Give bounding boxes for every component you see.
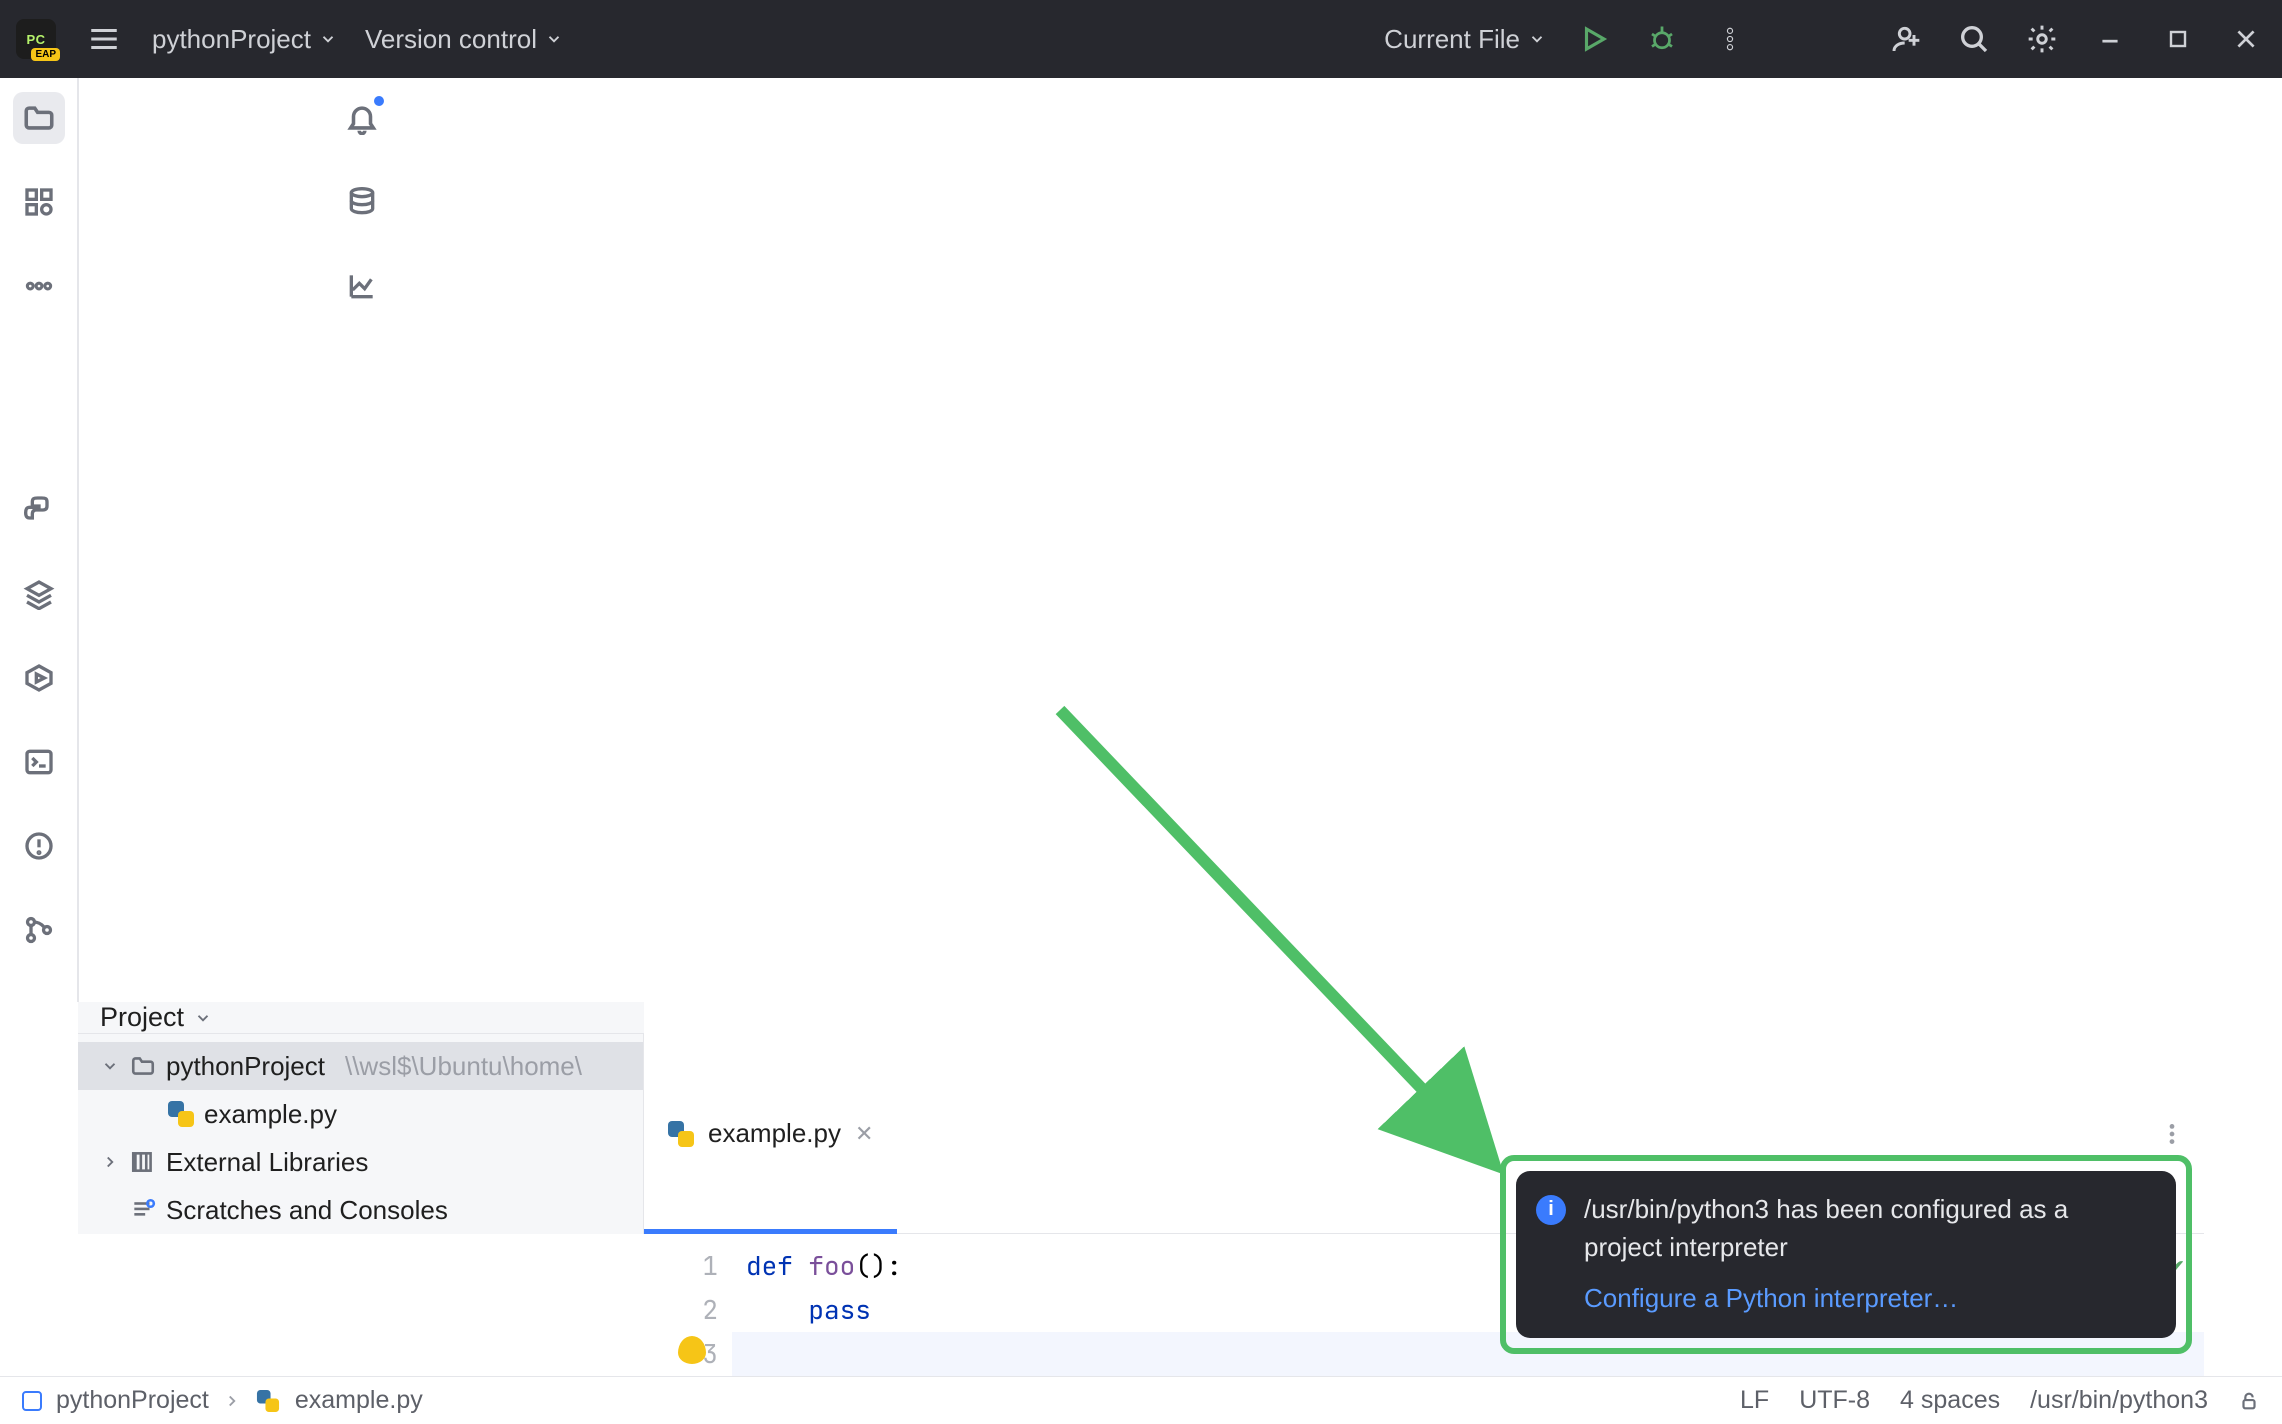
debug-button[interactable] <box>1642 19 1682 59</box>
structure-tool-button[interactable] <box>13 176 65 228</box>
vcs-selector[interactable]: Version control <box>365 24 563 55</box>
more-actions-button[interactable] <box>1710 19 1750 59</box>
status-indent[interactable]: 4 spaces <box>1900 1386 2000 1415</box>
module-icon <box>22 1391 42 1411</box>
info-icon: i <box>1536 1195 1566 1225</box>
git-tool-button[interactable] <box>13 904 65 956</box>
python-file-icon <box>168 1101 194 1127</box>
folder-icon <box>130 1053 156 1079</box>
app-logo-eap-badge: EAP <box>31 48 60 61</box>
tree-root-node[interactable]: pythonProject \\wsl$\Ubuntu\home\ <box>78 1042 643 1090</box>
tree-root-label: pythonProject <box>166 1051 325 1082</box>
project-tool-title: Project <box>100 1002 184 1033</box>
tree-file-node[interactable]: example.py <box>78 1090 643 1138</box>
minimize-window-button[interactable] <box>2090 19 2130 59</box>
tree-scratches-label: Scratches and Consoles <box>166 1195 448 1226</box>
titlebar: PC EAP pythonProject Version control Cur… <box>0 0 2282 78</box>
python-packages-tool-button[interactable] <box>13 568 65 620</box>
app-logo: PC EAP <box>16 19 56 59</box>
navigation-bar[interactable]: pythonProject example.py <box>22 1386 423 1415</box>
code-token: pass <box>808 1292 870 1327</box>
line-number: 1 <box>644 1244 718 1288</box>
project-selector[interactable]: pythonProject <box>152 24 337 55</box>
tree-scratches-node[interactable]: Scratches and Consoles <box>78 1186 643 1234</box>
breadcrumb-root[interactable]: pythonProject <box>56 1386 209 1415</box>
services-tool-button[interactable] <box>13 652 65 704</box>
maximize-window-button[interactable] <box>2158 19 2198 59</box>
code-token: def <box>746 1248 793 1283</box>
app-logo-text: PC <box>26 32 45 47</box>
tree-ext-libs-label: External Libraries <box>166 1147 368 1178</box>
editor-tab[interactable]: example.py ✕ <box>644 1034 897 1233</box>
project-tool-button[interactable] <box>13 92 65 144</box>
more-tool-windows-button[interactable] <box>13 260 65 312</box>
notification-popup[interactable]: i /usr/bin/python3 has been configured a… <box>1516 1171 2176 1338</box>
project-tool-header: Project <box>78 1002 644 1034</box>
chevron-right-icon[interactable] <box>100 1153 120 1171</box>
project-tree[interactable]: pythonProject \\wsl$\Ubuntu\home\ exampl… <box>78 1034 644 1234</box>
code-with-me-button[interactable] <box>1886 19 1926 59</box>
status-line-separator[interactable]: LF <box>1740 1386 1769 1415</box>
code-token: (): <box>855 1248 902 1283</box>
search-everywhere-button[interactable] <box>1954 19 1994 59</box>
readonly-lock-icon[interactable] <box>2238 1390 2260 1412</box>
tree-root-path: \\wsl$\Ubuntu\home\ <box>345 1051 582 1082</box>
close-tab-button[interactable]: ✕ <box>855 1121 873 1147</box>
line-number: 2 <box>644 1288 718 1332</box>
python-console-tool-button[interactable] <box>13 484 65 536</box>
python-file-icon <box>257 1389 279 1411</box>
run-config-label: Current File <box>1384 24 1520 55</box>
status-interpreter[interactable]: /usr/bin/python3 <box>2030 1386 2208 1415</box>
project-name-label: pythonProject <box>152 24 311 55</box>
tree-file-label: example.py <box>204 1099 337 1130</box>
editor-tab-label: example.py <box>708 1118 841 1149</box>
left-tool-stripe <box>0 78 78 1002</box>
database-tool-button[interactable] <box>336 176 388 228</box>
code-token: foo <box>808 1248 855 1283</box>
breadcrumb-file[interactable]: example.py <box>295 1386 423 1415</box>
terminal-tool-button[interactable] <box>13 736 65 788</box>
right-tool-stripe <box>78 78 644 1002</box>
status-encoding[interactable]: UTF-8 <box>1799 1386 1870 1415</box>
intention-bulb-icon[interactable] <box>678 1336 706 1364</box>
problems-tool-button[interactable] <box>13 820 65 872</box>
run-button[interactable] <box>1574 19 1614 59</box>
notification-dot-icon <box>372 94 386 108</box>
chevron-down-icon <box>194 1009 212 1027</box>
python-file-icon <box>668 1121 694 1147</box>
vcs-label: Version control <box>365 24 537 55</box>
status-bar: pythonProject example.py LF UTF-8 4 spac… <box>0 1376 2282 1424</box>
tree-external-libraries-node[interactable]: External Libraries <box>78 1138 643 1186</box>
settings-button[interactable] <box>2022 19 2062 59</box>
close-window-button[interactable] <box>2226 19 2266 59</box>
library-icon <box>130 1149 156 1175</box>
scratches-icon <box>130 1197 156 1223</box>
chevron-right-icon <box>223 1392 241 1410</box>
notification-link[interactable]: Configure a Python interpreter… <box>1584 1280 2148 1318</box>
chevron-down-icon <box>319 30 337 48</box>
notification-message: /usr/bin/python3 has been configured as … <box>1584 1194 2068 1262</box>
main-menu-button[interactable] <box>84 19 124 59</box>
chevron-down-icon <box>545 30 563 48</box>
notifications-tool-button[interactable] <box>336 92 388 144</box>
chevron-down-icon <box>1528 30 1546 48</box>
sciview-tool-button[interactable] <box>336 260 388 312</box>
notification-highlight: i /usr/bin/python3 has been configured a… <box>1500 1155 2192 1354</box>
chevron-down-icon[interactable] <box>100 1057 120 1075</box>
run-config-selector[interactable]: Current File <box>1384 24 1546 55</box>
